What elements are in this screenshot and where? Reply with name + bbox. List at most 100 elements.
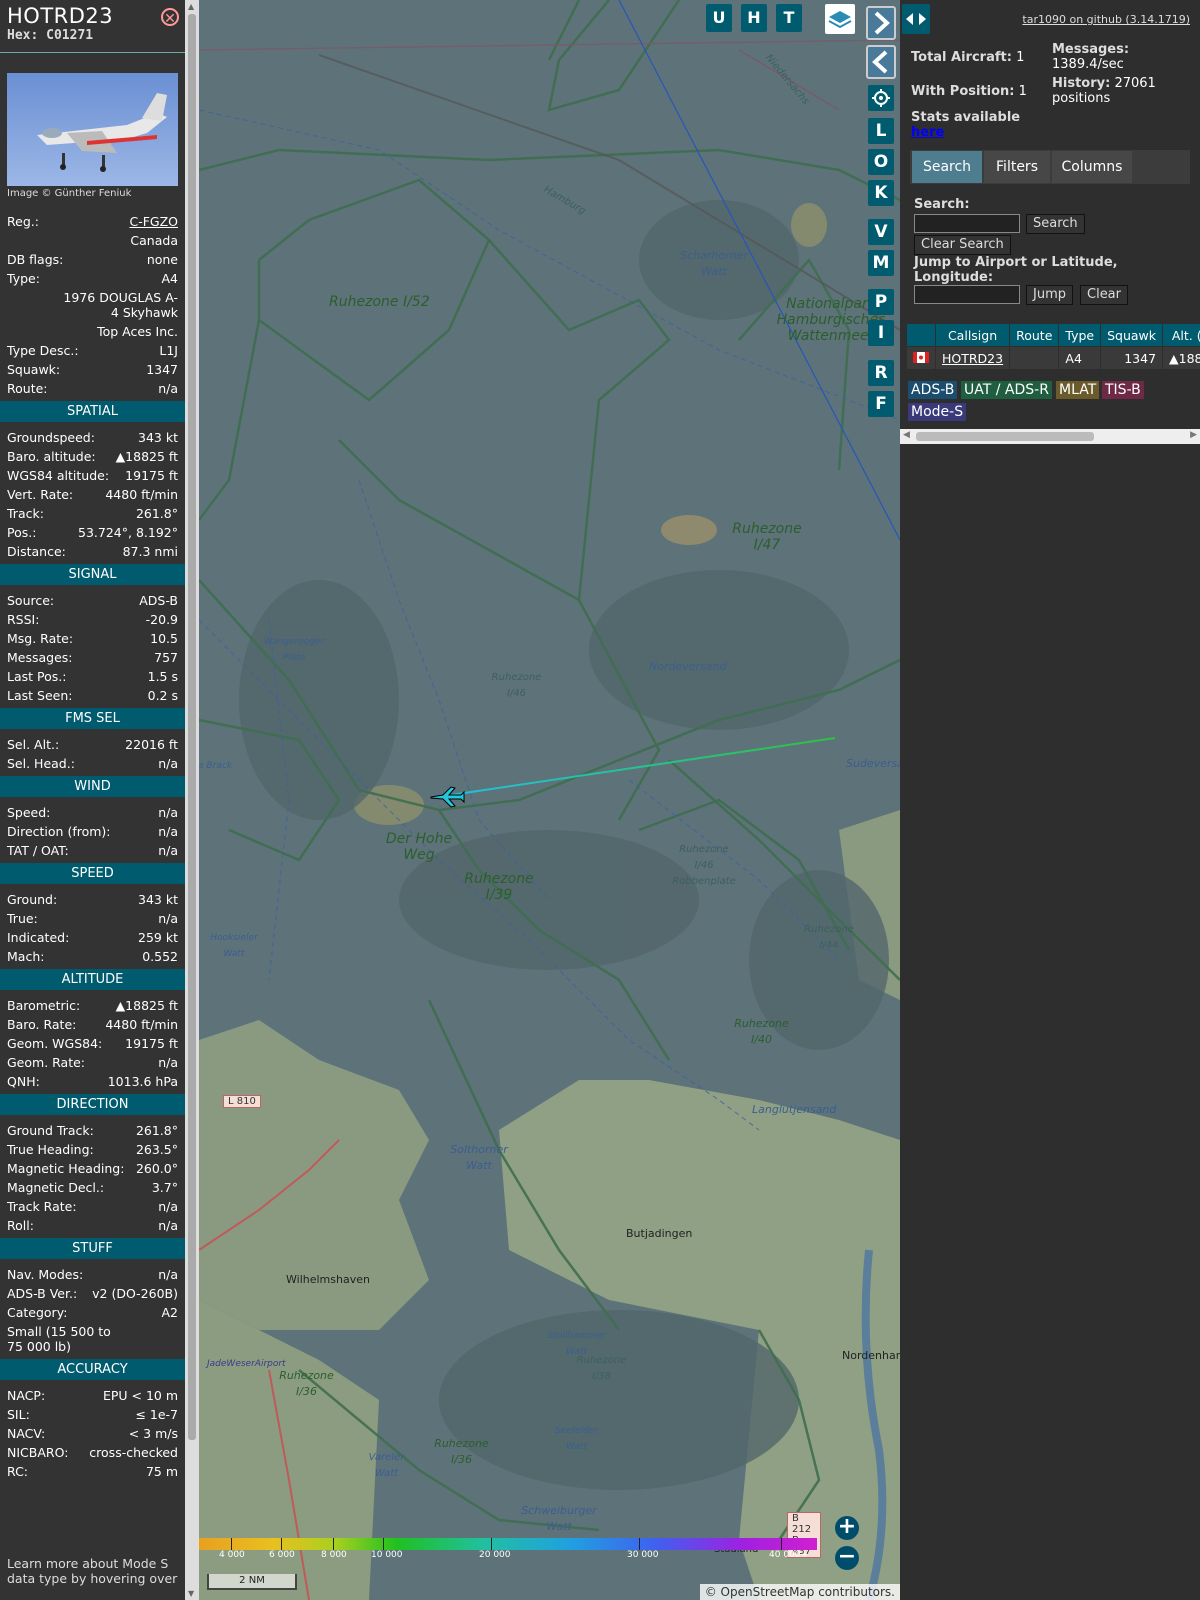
clear-search-button[interactable]: Clear Search bbox=[914, 235, 1011, 255]
map-button-i[interactable]: I bbox=[868, 320, 894, 346]
info-row: Mach: 0.552 bbox=[7, 949, 178, 964]
info-scrollbar[interactable]: ▲ ▼ bbox=[185, 0, 199, 1600]
map-button-v[interactable]: V bbox=[868, 219, 894, 245]
info-row: Msg. Rate: 10.5 bbox=[7, 631, 178, 646]
chevron-right-icon bbox=[874, 11, 890, 35]
info-row-value[interactable]: C-FGZO bbox=[129, 214, 178, 229]
map-button-r[interactable]: R bbox=[868, 360, 894, 386]
tab-columns[interactable]: Columns bbox=[1052, 151, 1132, 183]
map-label-vareler: Vareler Watt bbox=[368, 1452, 405, 1479]
altitude-legend-tick-mark bbox=[781, 1538, 782, 1550]
column-type[interactable]: Type bbox=[1058, 323, 1102, 347]
scroll-down-arrow-icon[interactable]: ▼ bbox=[188, 1589, 194, 1598]
info-row-value: n/a bbox=[158, 1267, 178, 1282]
scrollbar-thumb[interactable] bbox=[188, 14, 196, 1440]
info-row-value: n/a bbox=[158, 381, 178, 396]
jump-input[interactable] bbox=[914, 285, 1020, 304]
horizontal-scrollbar-thumb[interactable] bbox=[916, 432, 1094, 441]
scroll-left-arrow-icon[interactable]: ◀ bbox=[903, 430, 910, 440]
map-label-scharhorner: Scharhorner Watt bbox=[680, 249, 748, 278]
github-link[interactable]: tar1090 on github (3.14.1719) bbox=[1022, 13, 1190, 26]
row-callsign[interactable]: HOTRD23 bbox=[934, 346, 1011, 370]
messages-label: Messages: bbox=[1052, 42, 1130, 57]
info-row: Groundspeed: 343 kt bbox=[7, 430, 178, 445]
table-horizontal-scrollbar[interactable]: ◀ ▶ bbox=[900, 429, 1200, 444]
expand-left-button[interactable] bbox=[866, 45, 896, 79]
info-row: Ground Track: 261.8° bbox=[7, 1123, 178, 1138]
info-row-label: Track: bbox=[7, 506, 44, 521]
map-button-p[interactable]: P bbox=[868, 289, 894, 315]
column-route[interactable]: Route bbox=[1009, 323, 1060, 347]
info-row: Sel. Alt.: 22016 ft bbox=[7, 737, 178, 752]
clear-jump-button[interactable]: Clear bbox=[1080, 285, 1128, 305]
info-row-label: Msg. Rate: bbox=[7, 631, 74, 646]
info-row: Source: ADS-B bbox=[7, 593, 178, 608]
info-row: Baro. altitude: ▲18825 ft bbox=[7, 449, 178, 464]
column-flag[interactable] bbox=[906, 323, 936, 347]
info-row-label: Small (15 500 to 75 000 lb) bbox=[7, 1324, 111, 1354]
info-row-value: 1.5 s bbox=[147, 669, 178, 684]
messages-value: 1389.4/sec bbox=[1052, 57, 1124, 72]
jump-button[interactable]: Jump bbox=[1026, 285, 1073, 305]
column-altitude[interactable]: Alt. (ft) bbox=[1162, 323, 1200, 347]
info-row: Magnetic Decl.: 3.7° bbox=[7, 1180, 178, 1195]
map-button-m[interactable]: M bbox=[868, 250, 894, 276]
info-row-value: v2 (DO-260B) bbox=[92, 1286, 178, 1301]
info-row-value: L1J bbox=[159, 343, 178, 358]
info-row: Geom. Rate: n/a bbox=[7, 1055, 178, 1070]
zoom-out-button[interactable]: − bbox=[835, 1546, 859, 1570]
expand-right-button[interactable] bbox=[866, 6, 896, 40]
map-background bbox=[199, 0, 900, 1600]
info-row-label: True Heading: bbox=[7, 1142, 94, 1157]
scroll-right-arrow-icon[interactable]: ▶ bbox=[1190, 430, 1197, 440]
settings-button[interactable] bbox=[868, 85, 894, 111]
map-button-u[interactable]: U bbox=[706, 4, 732, 32]
map-town-nordenham: Nordenham bbox=[842, 1349, 900, 1362]
info-row: Speed: n/a bbox=[7, 805, 178, 820]
map-button-f[interactable]: F bbox=[868, 391, 894, 417]
info-row-value: 10.5 bbox=[150, 631, 178, 646]
map-attribution[interactable]: © OpenStreetMap contributors. bbox=[699, 1584, 900, 1600]
map-button-h[interactable]: H bbox=[741, 4, 767, 32]
altitude-legend-tick-mark bbox=[639, 1538, 640, 1550]
info-row-label: Track Rate: bbox=[7, 1199, 77, 1214]
map-label-ruhezone-i39: Ruhezone I/39 bbox=[464, 871, 534, 903]
selected-hex: Hex: C01271 bbox=[7, 28, 94, 43]
info-row-value: 263.5° bbox=[135, 1142, 178, 1157]
map-button-l[interactable]: L bbox=[868, 118, 894, 144]
source-tag: UAT / ADS-R bbox=[961, 381, 1052, 399]
column-squawk[interactable]: Squawk bbox=[1100, 323, 1164, 347]
map-label-nordeversand: Nordeversand bbox=[649, 660, 727, 673]
scroll-up-arrow-icon[interactable]: ▲ bbox=[188, 2, 194, 11]
map-view[interactable]: Ruhezone I/52 Ruhezone I/47 Ruhezone I/3… bbox=[199, 0, 900, 1600]
map-button-o[interactable]: O bbox=[868, 149, 894, 175]
info-row: Route: n/a bbox=[7, 381, 178, 396]
search-input[interactable] bbox=[914, 214, 1020, 233]
tab-filters[interactable]: Filters bbox=[984, 151, 1050, 183]
map-label-ruhezone-i40: Ruhezone I/40 bbox=[734, 1017, 789, 1046]
zoom-in-button[interactable]: + bbox=[835, 1516, 859, 1540]
map-button-k[interactable]: K bbox=[868, 180, 894, 206]
column-callsign[interactable]: Callsign bbox=[934, 323, 1011, 347]
info-row-value: < 3 m/s bbox=[128, 1426, 178, 1441]
stats-link[interactable]: here bbox=[911, 125, 1020, 140]
table-row[interactable]: HOTRD23 A4 1347 ▲18825 bbox=[906, 346, 1200, 370]
info-footer: Learn more about Mode S data type by hov… bbox=[7, 1556, 178, 1586]
info-row: Roll: n/a bbox=[7, 1218, 178, 1233]
map-label-ruhezone-i36a: Ruhezone I/36 bbox=[279, 1369, 334, 1398]
gear-icon bbox=[872, 89, 890, 107]
aircraft-photo[interactable] bbox=[7, 73, 178, 186]
tab-search[interactable]: Search bbox=[912, 151, 982, 183]
info-row: Indicated: 259 kt bbox=[7, 930, 178, 945]
info-row: Baro. Rate: 4480 ft/min bbox=[7, 1017, 178, 1032]
with-position: With Position: 1 bbox=[911, 84, 1027, 99]
map-label-schweiburger: Schweiburger Watt bbox=[521, 1504, 597, 1533]
map-button-t[interactable]: T bbox=[776, 4, 802, 32]
close-icon[interactable]: ✕ bbox=[161, 8, 179, 27]
search-button[interactable]: Search bbox=[1026, 214, 1085, 234]
aircraft-marker-icon[interactable] bbox=[429, 785, 465, 809]
info-row-value: 343 kt bbox=[138, 430, 178, 445]
layers-button[interactable] bbox=[825, 4, 855, 34]
info-row: Type: A4 bbox=[7, 271, 178, 286]
toggle-panel-button[interactable] bbox=[902, 4, 930, 34]
